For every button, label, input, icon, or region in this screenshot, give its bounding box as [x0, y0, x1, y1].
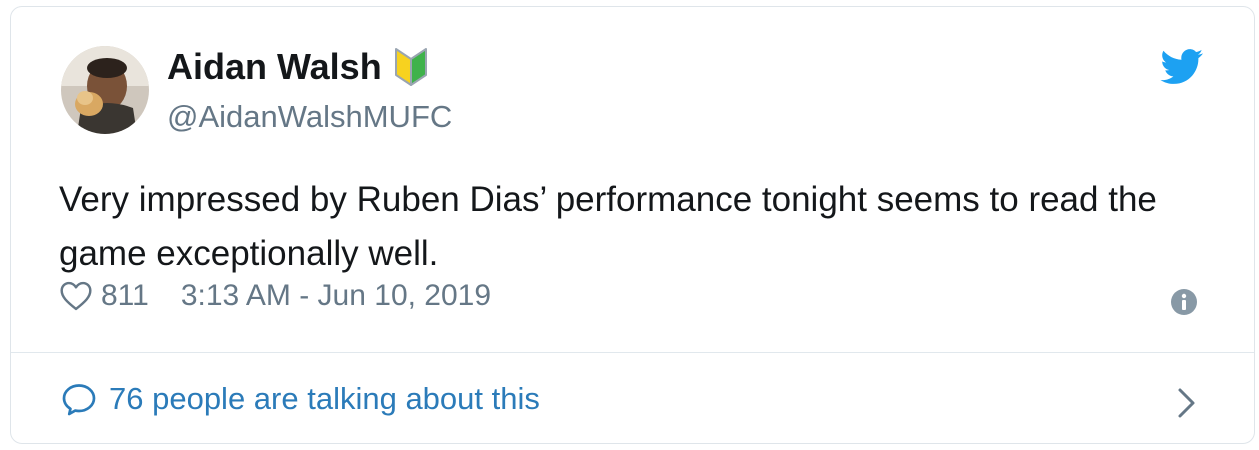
speech-bubble-icon	[61, 382, 97, 416]
display-name-row: Aidan Walsh	[167, 47, 428, 87]
like-count: 811	[101, 279, 149, 312]
tweet-main[interactable]: Aidan Walsh @AidanWalshMUFC Very impress…	[11, 7, 1254, 352]
avatar-image	[61, 46, 149, 134]
conversation-label: 76 people are talking about this	[109, 381, 540, 416]
user-handle[interactable]: @AidanWalshMUFC	[167, 99, 452, 135]
conversation-link[interactable]: 76 people are talking about this	[61, 381, 540, 417]
display-name[interactable]: Aidan Walsh	[167, 47, 382, 87]
tweet-card: Aidan Walsh @AidanWalshMUFC Very impress…	[10, 6, 1255, 444]
tweet-text: Very impressed by Ruben Dias’ performanc…	[59, 180, 1157, 273]
avatar[interactable]	[61, 46, 149, 134]
chevron-right-icon[interactable]	[1176, 387, 1198, 419]
twitter-bird-icon[interactable]	[1160, 49, 1204, 85]
timestamp[interactable]: 3:13 AM - Jun 10, 2019	[181, 279, 491, 313]
like-button[interactable]: 811	[59, 279, 149, 313]
info-icon[interactable]	[1170, 288, 1198, 316]
conversation-row[interactable]: 76 people are talking about this	[11, 353, 1254, 445]
heart-icon	[59, 281, 93, 311]
tweet-meta-row: 811 3:13 AM - Jun 10, 2019	[59, 279, 491, 313]
beginner-badge-icon	[394, 47, 428, 87]
